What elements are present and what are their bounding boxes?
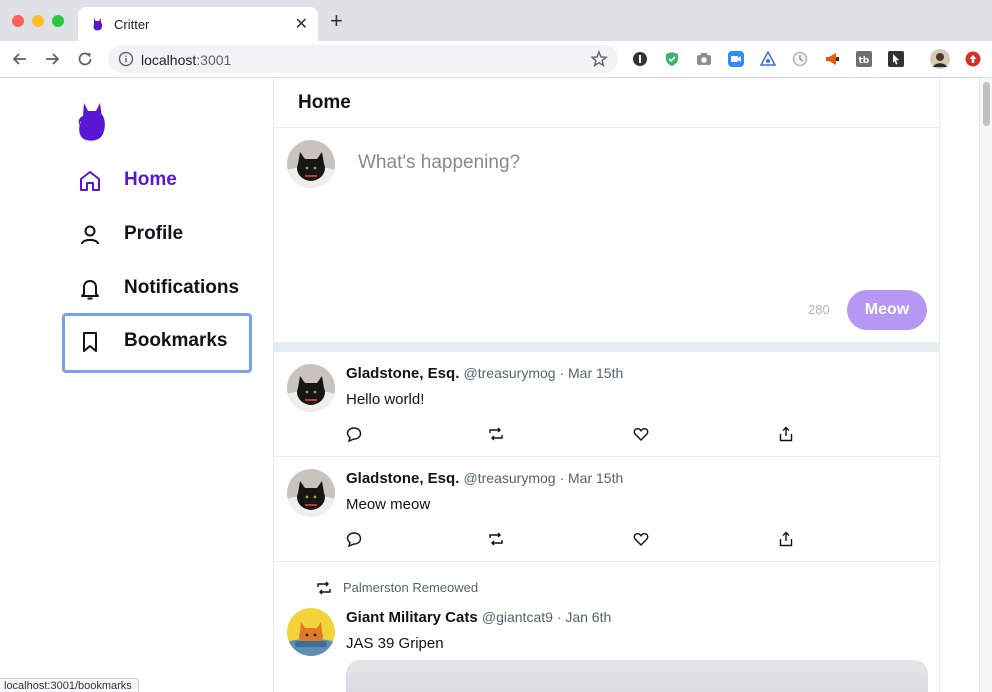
author-handle-date: @giantcat9 · Jan 6th	[481, 609, 612, 625]
update-icon[interactable]	[965, 51, 981, 67]
tab-title: Critter	[114, 17, 150, 32]
camera-icon[interactable]	[696, 51, 712, 67]
user-avatar-icon[interactable]	[930, 49, 950, 69]
cursor-extension-icon[interactable]	[888, 51, 904, 67]
cat-logo-icon[interactable]	[78, 100, 106, 142]
heart-icon[interactable]	[633, 531, 649, 547]
avatar[interactable]	[287, 469, 335, 517]
page-title: Home	[298, 92, 351, 113]
bell-icon	[81, 280, 99, 300]
bookmark-star-icon[interactable]	[590, 50, 608, 68]
tweet[interactable]: Palmerston Remeowed Giant Military Cats …	[274, 562, 939, 692]
browser-tab-bar: Critter ✕ +	[0, 0, 992, 41]
browser-tab[interactable]: Critter ✕	[78, 7, 318, 41]
status-bar-url: localhost:3001/bookmarks	[0, 678, 139, 692]
share-icon[interactable]	[778, 426, 794, 442]
author-name[interactable]: Gladstone, Esq.	[346, 470, 459, 487]
sidebar-item-label: Home	[124, 169, 177, 190]
site-info-icon[interactable]	[118, 51, 134, 67]
svg-text:tb: tb	[859, 56, 870, 66]
sidebar-item-profile[interactable]: Profile	[62, 206, 252, 264]
page-header: Home	[274, 78, 939, 128]
sidebar-item-label: Notifications	[124, 277, 240, 298]
address-bar[interactable]: localhost:3001	[108, 45, 618, 73]
url-host: localhost	[141, 52, 197, 68]
window-close-button[interactable]	[12, 15, 24, 27]
home-icon	[80, 171, 100, 191]
forward-arrow-icon[interactable]	[42, 49, 62, 69]
meow-composer: What's happening? 280 Meow	[274, 128, 939, 342]
reply-icon[interactable]	[346, 531, 362, 547]
triangle-extension-icon[interactable]	[760, 51, 776, 67]
avatar[interactable]	[287, 608, 335, 656]
divider	[274, 342, 939, 352]
video-call-icon[interactable]	[728, 51, 744, 67]
window-minimize-button[interactable]	[32, 15, 44, 27]
cat-favicon-icon	[93, 18, 103, 31]
tweet-text: Hello world!	[346, 391, 425, 408]
bookmark-icon	[83, 332, 97, 352]
remeow-icon[interactable]	[488, 531, 504, 547]
remeow-icon[interactable]	[488, 426, 504, 442]
tweet[interactable]: Gladstone, Esq. @treasurymog · Mar 15th …	[274, 352, 939, 457]
tweet-header: Gladstone, Esq. @treasurymog · Mar 15th	[346, 470, 623, 487]
sidebar-item-label: Profile	[124, 223, 184, 244]
timer-extension-icon[interactable]	[792, 51, 808, 67]
window-zoom-button[interactable]	[52, 15, 64, 27]
avatar	[287, 140, 335, 188]
back-arrow-icon[interactable]	[10, 49, 30, 69]
megaphone-icon[interactable]	[824, 51, 840, 67]
tweet-header: Giant Military Cats @giantcat9 · Jan 6th	[346, 609, 611, 626]
avatar[interactable]	[287, 364, 335, 412]
sidebar-item-home[interactable]: Home	[62, 152, 252, 210]
tweet-text: JAS 39 Gripen	[346, 635, 444, 652]
text-extension-icon[interactable]: tb	[856, 51, 872, 67]
new-tab-button[interactable]: +	[330, 10, 343, 32]
author-name[interactable]: Gladstone, Esq.	[346, 365, 459, 382]
shield-icon[interactable]	[664, 51, 680, 67]
timeline: Home What's happening? 280 Meow Gladston…	[273, 78, 940, 692]
reply-icon[interactable]	[346, 426, 362, 442]
tweet-image[interactable]	[346, 660, 928, 692]
sidebar-item-label: Bookmarks	[124, 330, 228, 351]
share-icon[interactable]	[778, 531, 794, 547]
heart-icon[interactable]	[633, 426, 649, 442]
author-handle-date: @treasurymog · Mar 15th	[463, 365, 624, 381]
meow-button[interactable]: Meow	[847, 290, 927, 330]
character-count: 280	[808, 302, 830, 317]
compose-input[interactable]: What's happening?	[358, 152, 520, 174]
browser-toolbar: localhost:3001 tb	[0, 41, 992, 78]
password-manager-icon[interactable]	[632, 51, 648, 67]
tweet[interactable]: Gladstone, Esq. @treasurymog · Mar 15th …	[274, 457, 939, 562]
page-scrollbar[interactable]	[979, 78, 992, 692]
reload-icon[interactable]	[75, 49, 95, 69]
tweet-text: Meow meow	[346, 496, 431, 513]
user-icon	[81, 225, 99, 245]
sidebar-item-notifications[interactable]: Notifications	[62, 260, 252, 318]
sidebar-item-bookmarks[interactable]: Bookmarks	[62, 313, 252, 373]
author-name[interactable]: Giant Military Cats	[346, 609, 478, 626]
sidebar: Home Profile Notifications Bookmarks	[0, 78, 273, 692]
close-tab-icon[interactable]: ✕	[295, 14, 308, 34]
scrollbar-thumb[interactable]	[983, 82, 990, 126]
remeow-label[interactable]: Palmerston Remeowed	[343, 580, 478, 595]
tweet-header: Gladstone, Esq. @treasurymog · Mar 15th	[346, 365, 623, 382]
url-text: localhost:3001	[141, 52, 231, 68]
url-port: :3001	[196, 52, 232, 68]
author-handle-date: @treasurymog · Mar 15th	[463, 470, 624, 486]
remeow-icon	[317, 581, 331, 595]
